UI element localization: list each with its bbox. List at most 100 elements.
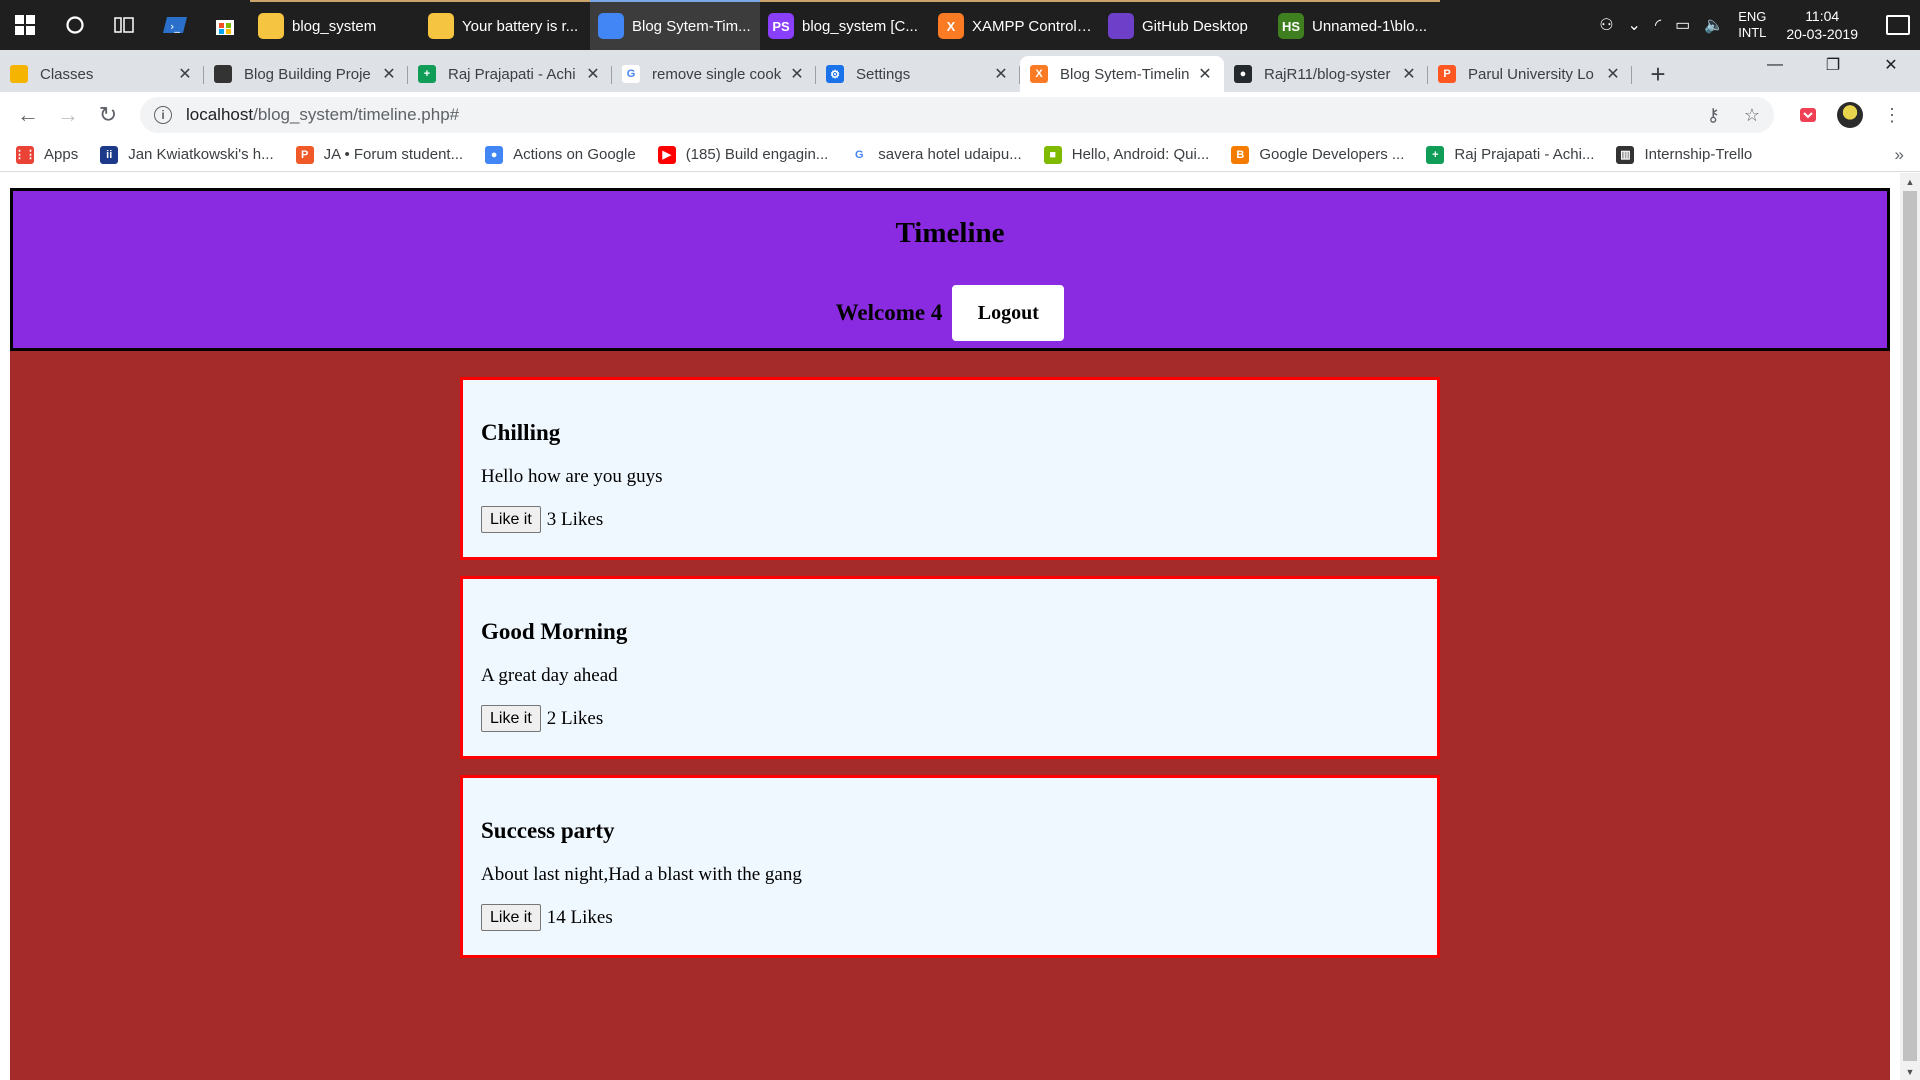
key-icon[interactable]: ⚷ (1707, 105, 1720, 126)
tab-close-icon[interactable]: ✕ (380, 65, 398, 83)
tab-close-icon[interactable]: ✕ (992, 65, 1010, 83)
scrollbar-thumb[interactable] (1903, 191, 1917, 1061)
like-button[interactable]: Like it (481, 506, 541, 533)
taskbar-app[interactable]: blog_system (250, 0, 420, 50)
scroll-up-arrow-icon[interactable]: ▲ (1900, 173, 1920, 190)
site-header: Timeline Welcome 4 Logout (10, 188, 1890, 351)
taskbar-app[interactable]: X XAMPP Control ... (930, 0, 1100, 50)
address-bar[interactable]: i localhost/blog_system/timeline.php# ⚷ … (140, 97, 1774, 133)
restore-icon[interactable]: ❐ (1804, 50, 1862, 80)
new-tab-button[interactable]: + (1640, 56, 1676, 92)
page-scrollbar[interactable]: ▲ ▼ (1900, 173, 1920, 1080)
tab-close-icon[interactable]: ✕ (788, 65, 806, 83)
like-button[interactable]: Like it (481, 705, 541, 732)
action-center-icon[interactable] (1886, 15, 1910, 35)
folder-icon (258, 13, 284, 39)
logout-button[interactable]: Logout (952, 285, 1065, 341)
minimize-icon[interactable]: — (1746, 50, 1804, 80)
bookmark-favicon-icon: ii (100, 145, 119, 164)
forward-icon[interactable]: → (50, 97, 86, 133)
wifi-icon[interactable]: ◜ (1655, 15, 1661, 35)
browser-tab[interactable]: Blog Building Proje ✕ (204, 56, 408, 92)
like-count: 14 Likes (546, 906, 613, 928)
like-count: 3 Likes (546, 508, 604, 530)
bookmark-item[interactable]: ▶ (185) Build engagin... (657, 145, 828, 164)
scroll-down-arrow-icon[interactable]: ▼ (1900, 1063, 1920, 1080)
bookmark-item[interactable]: ● Actions on Google (485, 145, 636, 164)
browser-tab[interactable]: + Raj Prajapati - Achi ✕ (408, 56, 612, 92)
bookmark-label: Actions on Google (513, 146, 636, 163)
like-button[interactable]: Like it (481, 904, 541, 931)
tab-label: Classes (40, 65, 94, 83)
post-body: A great day ahead (481, 665, 618, 686)
microsoft-store-icon[interactable] (200, 0, 250, 50)
tab-list: Classes ✕ Blog Building Proje ✕ + Raj Prajapa… (0, 50, 1632, 92)
clock-time: 11:04 (1805, 8, 1840, 24)
windows-start-icon[interactable] (0, 0, 50, 50)
windows-taskbar: ›_ blog_system Your battery is r... Blog S… (0, 0, 1920, 50)
bookmark-item[interactable]: ■ Hello, Android: Qui... (1043, 145, 1209, 164)
bookmark-list: ⋮⋮ Apps ii Jan Kwiatkowski's h... P JA • Foru… (14, 145, 1774, 164)
browser-tab[interactable]: P Parul University Lo ✕ (1428, 56, 1632, 92)
bookmark-item[interactable]: Gsavera hotel udaipu... (850, 145, 1022, 164)
bookmark-label: Apps (44, 146, 79, 163)
tab-favicon-icon: + (418, 65, 436, 83)
clock[interactable]: 11:04 20-03-2019 (1786, 7, 1858, 43)
browser-tab[interactable]: ⚙ Settings ✕ (816, 56, 1020, 92)
browser-tab[interactable]: X Blog Sytem-Timelin ✕ (1020, 56, 1224, 92)
task-view-icon[interactable] (100, 0, 150, 50)
browser-tab[interactable]: Classes ✕ (0, 56, 204, 92)
post-body: Hello how are you guys (481, 466, 663, 487)
tab-close-icon[interactable]: ✕ (1196, 65, 1214, 83)
taskbar-app[interactable]: HS Unnamed-1\blo... (1270, 0, 1440, 50)
bookmark-item[interactable]: ▥ Internship-Trello (1616, 145, 1753, 164)
bookmark-favicon-icon: G (850, 145, 869, 164)
tab-close-icon[interactable]: ✕ (176, 65, 194, 83)
tab-label: Parul University Lo (1468, 65, 1594, 83)
taskbar-app[interactable]: Your battery is r... (420, 0, 590, 50)
welcome-text: Welcome 4 (835, 300, 943, 325)
battery-icon[interactable]: ▭ (1675, 15, 1690, 35)
close-window-icon[interactable]: ✕ (1862, 50, 1920, 80)
browser-toolbar: ← → ↻ i localhost/blog_system/timeline.p… (0, 92, 1920, 138)
taskbar-app[interactable]: GitHub Desktop (1100, 0, 1270, 50)
bookmark-label: Internship-Trello (1644, 146, 1753, 163)
profile-avatar[interactable] (1832, 97, 1868, 133)
bookmark-item[interactable]: ii Jan Kwiatkowski's h... (100, 145, 274, 164)
bookmark-label: savera hotel udaipu... (878, 146, 1022, 163)
menu-kebab-icon[interactable]: ⋮ (1874, 97, 1910, 133)
bookmark-item[interactable]: P JA • Forum student... (295, 145, 464, 164)
tab-close-icon[interactable]: ✕ (584, 65, 602, 83)
bookmark-item[interactable]: ⋮⋮ Apps (14, 145, 79, 164)
bookmark-star-icon[interactable]: ☆ (1744, 105, 1760, 126)
language-indicator[interactable]: ENG INTL (1738, 9, 1766, 41)
like-count: 2 Likes (546, 707, 604, 729)
post-card: Good Morning A great day ahead Like it 2 Li… (460, 576, 1440, 759)
people-icon[interactable]: ⚇ (1599, 15, 1613, 35)
hype-icon: HS (1278, 13, 1304, 39)
bookmark-label: Google Developers ... (1259, 146, 1405, 163)
tab-close-icon[interactable]: ✕ (1604, 65, 1622, 83)
bookmark-favicon-icon: + (1426, 145, 1445, 164)
powershell-icon[interactable]: ›_ (150, 0, 200, 50)
tab-favicon-icon: G (622, 65, 640, 83)
tab-close-icon[interactable]: ✕ (1400, 65, 1418, 83)
phpstorm-icon: PS (768, 13, 794, 39)
browser-tab[interactable]: ● RajR11/blog-syster ✕ (1224, 56, 1428, 92)
browser-tab[interactable]: Gremove single cook ✕ (612, 56, 816, 92)
tab-favicon-icon (214, 65, 232, 83)
volume-icon[interactable]: 🔈 (1704, 15, 1724, 35)
more-bookmarks-icon[interactable]: » (1895, 145, 1904, 165)
pocket-extension-icon[interactable] (1790, 97, 1826, 133)
bookmark-item[interactable]: + Raj Prajapati - Achi... (1426, 145, 1594, 164)
taskbar-app[interactable]: PS blog_system [C... (760, 0, 930, 50)
chevron-up-icon[interactable]: ⌄ (1628, 15, 1641, 35)
back-icon[interactable]: ← (10, 97, 46, 133)
site-info-icon[interactable]: i (154, 106, 172, 124)
bookmark-item[interactable]: B Google Developers ... (1231, 145, 1405, 164)
bookmark-label: JA • Forum student... (323, 146, 464, 163)
reload-icon[interactable]: ↻ (90, 97, 126, 133)
taskbar-app[interactable]: Blog Sytem-Tim... (590, 0, 760, 50)
post-card: Chilling Hello how are you guys Like it 3 L… (460, 377, 1440, 560)
cortana-search-icon[interactable] (50, 0, 100, 50)
